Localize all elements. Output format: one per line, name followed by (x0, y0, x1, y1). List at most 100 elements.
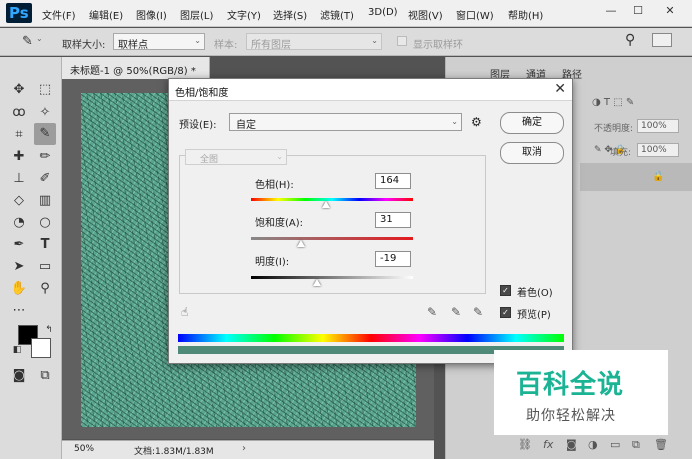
saturation-label: 饱和度(A): (255, 218, 304, 229)
rectangle-tool-icon[interactable]: ▭ (34, 256, 56, 278)
move-tool-icon[interactable]: ✥ (8, 79, 30, 101)
clone-stamp-tool-icon[interactable]: ⊥ (8, 168, 30, 190)
preset-select[interactable]: 自定 ⌄ (229, 113, 462, 131)
colorize-checkbox[interactable]: ✓ (500, 285, 511, 296)
link-layers-icon[interactable]: ⛓ (518, 438, 532, 451)
close-window-button[interactable]: ✕ (659, 2, 681, 20)
brush-tool-icon[interactable]: ✏ (34, 146, 56, 168)
document-tab[interactable]: 未标题-1 @ 50%(RGB/8) * × (62, 57, 210, 88)
preview-checkbox[interactable]: ✓ (500, 307, 511, 318)
new-group-icon[interactable]: ▭ (610, 438, 620, 451)
new-layer-icon[interactable]: ⧉ (632, 438, 640, 452)
lightness-slider-thumb[interactable] (313, 279, 322, 286)
eraser-tool-icon[interactable]: ◇ (8, 190, 30, 212)
zoom-tool-icon[interactable]: ⚲ (34, 278, 56, 300)
chevron-down-icon: ⌄ (371, 36, 378, 45)
saturation-input[interactable]: 31 (375, 212, 411, 228)
menu-file[interactable]: 文件(F) (42, 7, 76, 22)
delete-layer-icon[interactable]: 🗑 (654, 438, 668, 451)
hue-label: 色相(H): (255, 180, 294, 191)
adjustment-group (179, 155, 486, 294)
menu-select[interactable]: 选择(S) (273, 7, 307, 22)
menu-window[interactable]: 窗口(W) (456, 7, 494, 22)
filter-type-icon[interactable]: ◑ T ⬚ ✎ (592, 97, 634, 108)
eyedropper-tool-icon[interactable]: ✎ (22, 34, 33, 49)
colorize-label: 着色(O) (517, 288, 553, 299)
eyedropper-minus-icon[interactable]: ✎ (473, 305, 483, 319)
background-color-swatch[interactable] (31, 338, 51, 358)
hue-saturation-dialog: 色相/饱和度 ✕ 预设(E): 自定 ⌄ ⚙ 确定 取消 全图 ⌄ 色相(H):… (168, 78, 573, 364)
menu-filter[interactable]: 滤镜(T) (320, 7, 354, 22)
chevron-down-icon: ⌄ (276, 152, 283, 161)
saturation-slider-thumb[interactable] (297, 240, 306, 247)
edit-channel-select[interactable]: 全图 ⌄ (185, 149, 287, 165)
pen-tool-icon[interactable]: ✒ (8, 234, 30, 256)
gradient-tool-icon[interactable]: ▥ (34, 190, 56, 212)
lightness-slider-track[interactable] (251, 276, 413, 279)
fill-label: 填充: (610, 148, 632, 158)
sample-size-label: 取样大小: (62, 40, 106, 51)
watermark-main-text: 百科全说 (516, 370, 625, 400)
hand-tool-icon[interactable]: ✋ (8, 278, 30, 300)
menu-type[interactable]: 文字(Y) (227, 7, 261, 22)
menu-3d[interactable]: 3D(D) (368, 7, 398, 18)
hue-slider-thumb[interactable] (321, 201, 330, 208)
hue-input[interactable]: 164 (375, 173, 411, 189)
zoom-level[interactable]: 50% (74, 444, 94, 454)
search-icon[interactable]: ⚲ (625, 32, 635, 48)
lightness-input[interactable]: -19 (375, 251, 411, 267)
menu-layer[interactable]: 图层(L) (180, 7, 213, 22)
opacity-field[interactable]: 100% (637, 119, 679, 133)
preset-value: 自定 (236, 120, 256, 131)
fill-field[interactable]: 100% (637, 143, 679, 157)
crop-tool-icon[interactable]: ⌗ (8, 124, 30, 146)
magic-wand-tool-icon[interactable]: ✧ (34, 102, 56, 124)
lasso-tool-icon[interactable]: ꝏ (8, 102, 30, 124)
history-brush-tool-icon[interactable]: ✐ (34, 168, 56, 190)
swap-colors-icon[interactable]: ↰ (38, 319, 60, 341)
menu-image[interactable]: 图像(I) (136, 7, 167, 22)
cancel-button[interactable]: 取消 (500, 142, 564, 164)
sample-select[interactable]: 所有图层 ⌄ (246, 33, 382, 51)
menu-edit[interactable]: 编辑(E) (89, 7, 123, 22)
chevron-down-icon: ⌄ (451, 117, 458, 126)
add-mask-icon[interactable]: ◙ (566, 438, 577, 451)
eyedropper-plus-icon[interactable]: ✎ (451, 305, 461, 319)
eyedropper-tool-icon[interactable]: ✎ (34, 123, 56, 145)
healing-brush-tool-icon[interactable]: ✚ (8, 146, 30, 168)
default-colors-icon[interactable]: ◧ (6, 339, 28, 361)
menu-view[interactable]: 视图(V) (408, 7, 443, 22)
more-tools-icon[interactable]: ⋯ (8, 300, 30, 322)
type-tool-icon[interactable]: T (34, 234, 56, 256)
hand-adjust-icon[interactable]: ☝ (181, 305, 188, 319)
layer-row[interactable]: 🔒 (580, 163, 692, 191)
minimize-button[interactable]: — (600, 2, 622, 20)
adjustment-layer-icon[interactable]: ◑ (588, 438, 598, 451)
quick-mask-icon[interactable]: ◙ (8, 365, 30, 387)
workspace-switcher-icon[interactable] (652, 33, 672, 47)
hue-spectrum-bar (178, 334, 564, 342)
status-menu-arrow-icon[interactable]: › (242, 443, 246, 454)
dodge-tool-icon[interactable]: ○ (34, 212, 56, 234)
path-selection-tool-icon[interactable]: ➤ (8, 256, 30, 278)
preset-options-gear-icon[interactable]: ⚙ (471, 115, 482, 129)
maximize-button[interactable]: ☐ (627, 2, 649, 20)
sample-size-select[interactable]: 取样点 ⌄ (113, 33, 205, 51)
blur-tool-icon[interactable]: ◔ (8, 212, 30, 234)
watermark-logo: 百科全说 助你轻松解决 (494, 350, 668, 435)
eyedropper-icon[interactable]: ✎ (427, 305, 437, 319)
chevron-down-icon[interactable]: ⌄ (36, 34, 43, 43)
fx-icon[interactable]: fx (543, 438, 553, 451)
show-ring-checkbox[interactable] (397, 36, 407, 46)
sample-value: 所有图层 (251, 40, 291, 51)
status-bar: 50% 文档:1.83M/1.83M › (62, 440, 434, 459)
hue-slider-track[interactable] (251, 198, 413, 201)
screen-mode-icon[interactable]: ⧉ (34, 365, 56, 387)
marquee-tool-icon[interactable]: ⬚ (34, 79, 56, 101)
menu-help[interactable]: 帮助(H) (508, 7, 543, 22)
close-icon[interactable]: ✕ (554, 81, 566, 97)
menu-bar: Ps 文件(F) 编辑(E) 图像(I) 图层(L) 文字(Y) 选择(S) 滤… (0, 0, 692, 27)
saturation-slider-track[interactable] (251, 237, 413, 240)
dialog-titlebar[interactable]: 色相/饱和度 ✕ (169, 79, 572, 101)
ok-button[interactable]: 确定 (500, 112, 564, 134)
